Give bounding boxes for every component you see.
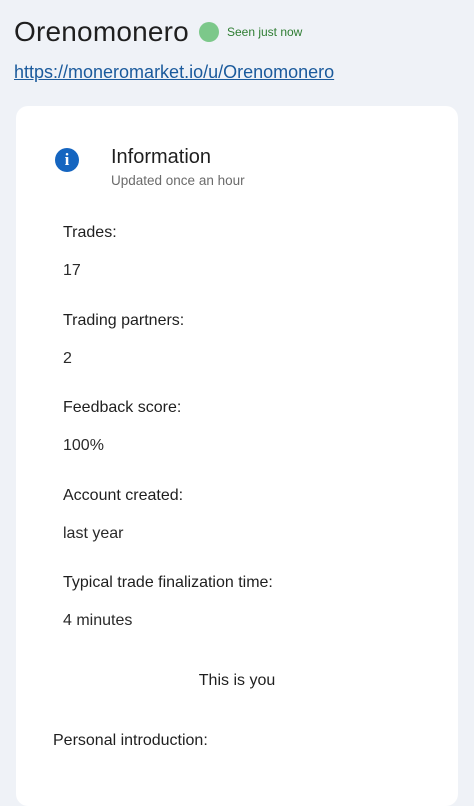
information-title: Information (111, 146, 212, 168)
stat-value: last year (63, 525, 124, 542)
profile-link[interactable]: https://moneromarket.io/u/Orenomonero (14, 62, 334, 83)
stat-value: 2 (63, 350, 72, 367)
stat-label: Typical trade finalization time: (63, 574, 273, 591)
stat-trades: Trades: 17 (63, 224, 117, 280)
stat-finalization-time: Typical trade finalization time: 4 minut… (63, 574, 273, 630)
personal-introduction-label: Personal introduction: (53, 732, 208, 749)
stat-value: 4 minutes (63, 612, 133, 629)
information-titles: Information Updated once an hour (111, 146, 245, 188)
username-title: Orenomonero (14, 16, 189, 47)
stat-label: Account created: (63, 487, 184, 504)
online-status-icon (198, 22, 219, 42)
last-seen-text: Seen just now (226, 25, 303, 39)
stat-label: Trading partners: (63, 312, 185, 329)
info-icon: i (55, 148, 79, 172)
stat-label: Trades: (63, 224, 117, 241)
stat-value: 17 (63, 262, 81, 279)
stat-feedback-score: Feedback score: 100% (63, 399, 181, 455)
stat-trading-partners: Trading partners: 2 (63, 312, 184, 368)
profile-header: Orenomonero Seen just now https://monero… (14, 14, 460, 83)
information-subtitle: Updated once an hour (111, 173, 245, 188)
information-header: i Information Updated once an hour (55, 146, 245, 188)
title-row: Orenomonero Seen just now (14, 14, 460, 50)
stat-account-created: Account created: last year (63, 487, 183, 543)
information-card: i Information Updated once an hour Trade… (16, 106, 458, 806)
stat-label: Feedback score: (63, 399, 182, 416)
stat-value: 100% (63, 437, 104, 454)
self-notice: This is you (198, 672, 276, 689)
